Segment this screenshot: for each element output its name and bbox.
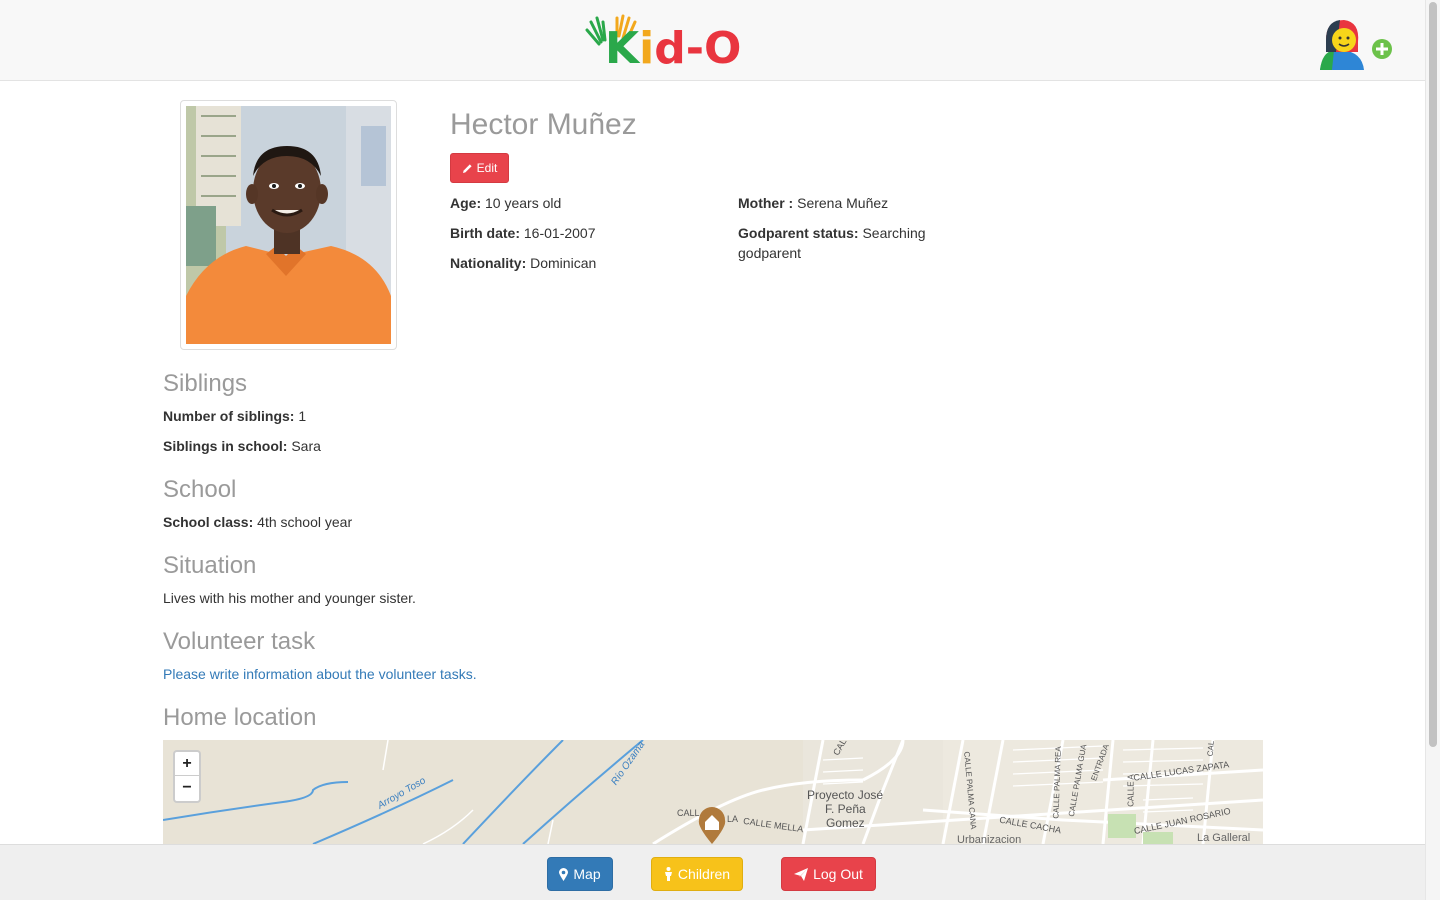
situation-text: Lives with his mother and younger sister… bbox=[163, 590, 416, 606]
pencil-icon bbox=[462, 163, 472, 173]
birth-date-field: Birth date: 16-01-2007 bbox=[450, 225, 596, 241]
logout-button[interactable]: Log Out bbox=[781, 857, 876, 891]
child-name-heading: Hector Muñez bbox=[450, 108, 637, 141]
page-scrollbar[interactable] bbox=[1425, 0, 1440, 900]
siblings-in-school-field: Siblings in school: Sara bbox=[163, 438, 321, 454]
map-label-la: LA bbox=[727, 814, 739, 824]
logout-button-label: Log Out bbox=[813, 866, 863, 882]
map-button-label: Map bbox=[573, 866, 601, 882]
school-heading: School bbox=[163, 476, 237, 503]
school-class-field: School class: 4th school year bbox=[163, 514, 353, 530]
map-label-galleral: La Galleral bbox=[1197, 832, 1251, 844]
edit-button-label: Edit bbox=[476, 161, 498, 175]
map-zoom-control: + − bbox=[173, 750, 201, 803]
volunteer-task-heading: Volunteer task bbox=[163, 628, 316, 655]
kid-o-logo[interactable]: Kid-O bbox=[583, 12, 743, 76]
map-label-cal: CAL bbox=[1205, 740, 1216, 757]
volunteer-task-link[interactable]: Please write information about the volun… bbox=[163, 666, 477, 682]
map-marker-icon bbox=[559, 867, 569, 881]
zoom-in-button[interactable]: + bbox=[175, 752, 199, 776]
godparent-status-field: Godparent status: Searching godparent bbox=[738, 225, 926, 261]
children-button[interactable]: Children bbox=[651, 857, 743, 891]
map-label-proyecto-1: Proyecto José bbox=[807, 788, 884, 802]
home-location-map[interactable]: Arroyo Toso Río Ozama Proyecto José F. P… bbox=[163, 740, 1263, 844]
map-label-call: CALL bbox=[677, 808, 700, 818]
child-photo bbox=[186, 106, 391, 344]
map-label-proyecto-2: F. Peña bbox=[825, 802, 866, 816]
paper-plane-icon bbox=[794, 867, 809, 881]
add-child-icon[interactable] bbox=[1318, 18, 1396, 74]
map-label-proyecto-3: Gomez bbox=[826, 816, 865, 830]
nationality-field: Nationality: Dominican bbox=[450, 255, 597, 271]
siblings-heading: Siblings bbox=[163, 370, 248, 397]
number-of-siblings-field: Number of siblings: 1 bbox=[163, 408, 307, 424]
bottom-navbar: Map Children Log Out bbox=[0, 844, 1425, 900]
logo-text: Kid-O bbox=[605, 23, 742, 74]
mother-field: Mother : Serena Muñez bbox=[738, 195, 889, 211]
map-label-urbanizacion: Urbanizacion bbox=[957, 834, 1022, 844]
situation-heading: Situation bbox=[163, 552, 257, 579]
map-button[interactable]: Map bbox=[547, 857, 613, 891]
children-button-label: Children bbox=[677, 866, 731, 882]
child-photo-frame bbox=[180, 100, 397, 350]
top-navbar: Kid-O bbox=[0, 0, 1425, 81]
scrollbar-thumb[interactable] bbox=[1429, 2, 1437, 747]
edit-button[interactable]: Edit bbox=[450, 153, 509, 183]
age-field: Age: 10 years old bbox=[450, 195, 562, 211]
child-icon bbox=[664, 867, 672, 881]
zoom-out-button[interactable]: − bbox=[175, 776, 199, 800]
home-location-heading: Home location bbox=[163, 704, 317, 731]
